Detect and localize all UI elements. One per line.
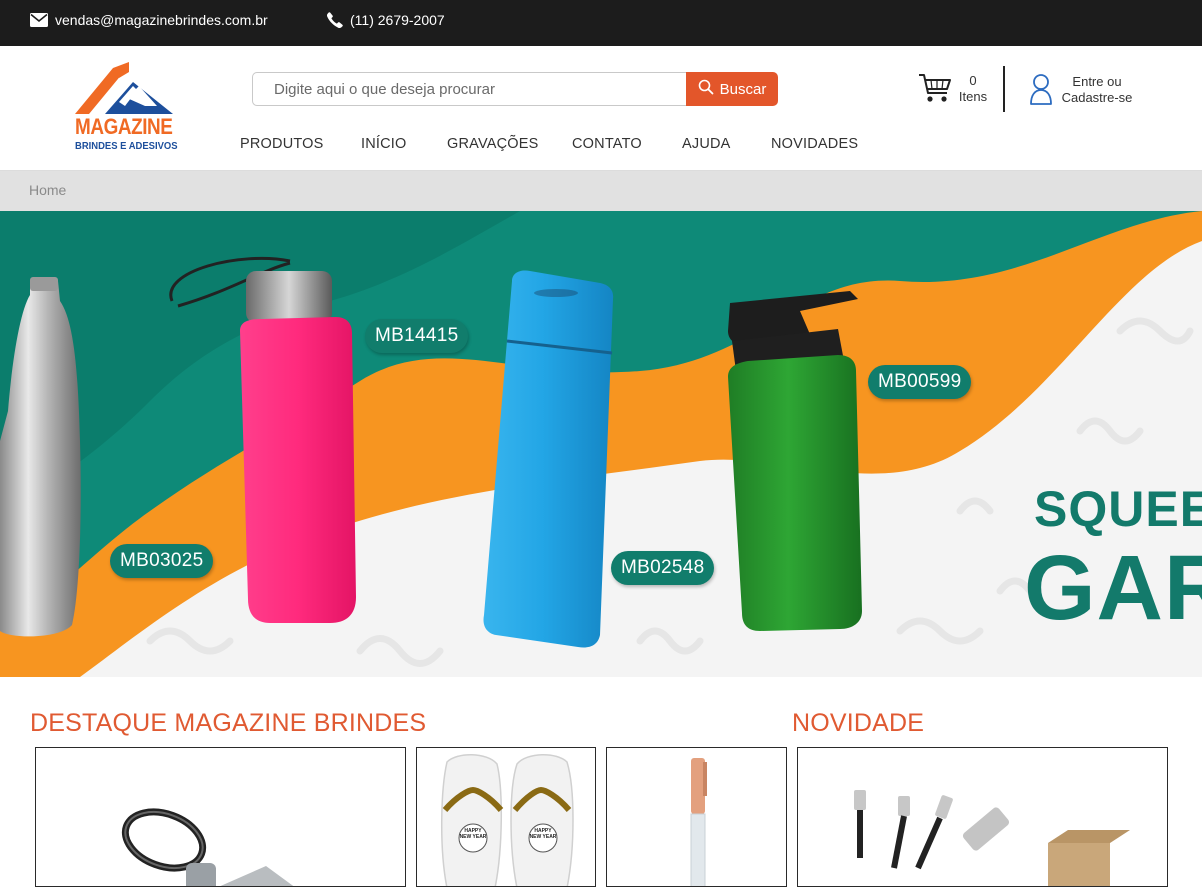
- search-input[interactable]: [252, 72, 688, 106]
- contact-email[interactable]: vendas@magazinebrindes.com.br: [30, 12, 268, 28]
- nav-item-ajuda[interactable]: AJUDA: [682, 136, 771, 152]
- breadcrumb-home[interactable]: Home: [29, 182, 66, 198]
- logo-wordmark: MAGAZINE: [75, 114, 173, 139]
- logo-mark: [75, 62, 173, 114]
- contact-phone-text[interactable]: (11) 2679-2007: [350, 12, 445, 28]
- cart-icon: [918, 72, 952, 109]
- product-card-keychain[interactable]: [35, 747, 406, 887]
- contact-email-text[interactable]: vendas@magazinebrindes.com.br: [55, 12, 268, 28]
- cart-count: 0: [969, 73, 977, 88]
- cart-label: Itens: [958, 89, 988, 104]
- product-tag-mb02548: MB02548: [611, 551, 715, 585]
- top-contact-bar: vendas@magazinebrindes.com.br (11) 2679-…: [0, 0, 1202, 46]
- main-nav: PRODUTOS INÍCIO GRAVAÇÕES CONTATO AJUDA …: [240, 136, 861, 152]
- envelope-icon: [30, 13, 48, 27]
- account-link[interactable]: Entre ou Cadastre-se: [1029, 73, 1149, 109]
- flipflops-image: [441, 754, 574, 886]
- hero-banner[interactable]: MB03025 MB14415 MB02548 MB00599: [0, 211, 1202, 677]
- site-logo[interactable]: MAGAZINE BRINDES E ADESIVOS: [75, 62, 178, 154]
- user-icon: [1029, 73, 1053, 110]
- flipflop-print-right: HAPPY NEW YEAR: [529, 828, 557, 840]
- search-bar: Buscar: [252, 72, 778, 106]
- section-title-destaque: DESTAQUE MAGAZINE BRINDES: [30, 709, 427, 737]
- product-card-cable[interactable]: [797, 747, 1168, 887]
- product-card-flipflops[interactable]: HAPPY NEW YEAR HAPPY NEW YEAR: [416, 747, 596, 887]
- search-button[interactable]: Buscar: [686, 72, 778, 106]
- account-register-text: Cadastre-se: [1061, 90, 1133, 105]
- account-login-text: Entre ou: [1072, 74, 1122, 89]
- contact-phone[interactable]: (11) 2679-2007: [327, 12, 445, 28]
- product-tag-mb14415: MB14415: [365, 319, 469, 353]
- nav-item-novidades[interactable]: NOVIDADES: [771, 136, 861, 152]
- nav-item-inicio[interactable]: INÍCIO: [361, 136, 447, 152]
- pen-image: [690, 758, 707, 886]
- phone-icon: [327, 12, 343, 28]
- nav-item-contato[interactable]: CONTATO: [572, 136, 682, 152]
- usb-cable-image: [854, 790, 1130, 886]
- nav-item-produtos[interactable]: PRODUTOS: [240, 136, 361, 152]
- product-tag-mb00599: MB00599: [868, 365, 972, 399]
- flipflop-print-left: HAPPY NEW YEAR: [459, 828, 487, 840]
- banner-background: [0, 211, 1202, 677]
- search-button-label: Buscar: [719, 80, 767, 98]
- product-tag-mb03025: MB03025: [110, 544, 214, 578]
- banner-headline-bottom: GAR: [1024, 537, 1202, 639]
- product-card-pen[interactable]: [606, 747, 787, 887]
- site-header: MAGAZINE BRINDES E ADESIVOS Buscar PRODU…: [0, 46, 1202, 171]
- breadcrumb: Home: [0, 171, 1202, 211]
- nav-item-gravacoes[interactable]: GRAVAÇÕES: [447, 136, 572, 152]
- keychain-image: [121, 808, 294, 886]
- cart-link[interactable]: 0 Itens: [918, 72, 993, 108]
- section-title-novidade: NOVIDADE: [792, 709, 925, 737]
- banner-headline-top: SQUEE: [1034, 481, 1202, 537]
- search-icon: [698, 79, 714, 99]
- header-divider: [1003, 66, 1005, 112]
- logo-tagline: BRINDES E ADESIVOS: [75, 140, 178, 152]
